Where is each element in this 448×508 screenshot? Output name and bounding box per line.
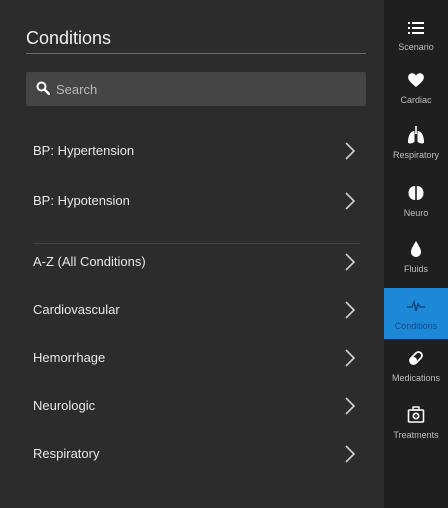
search-icon	[36, 81, 50, 95]
page-title: Conditions	[26, 28, 112, 48]
category-item-hemorrhage[interactable]: Hemorrhage	[0, 338, 384, 378]
brain-icon	[408, 186, 424, 200]
chevron-right-icon	[345, 397, 356, 415]
category-item-label: Respiratory	[33, 446, 100, 461]
chevron-right-icon	[345, 142, 356, 160]
sidebar-item-label: Conditions	[394, 321, 438, 331]
sidebar-item-label: Neuro	[403, 208, 429, 218]
sidebar-item-medications[interactable]: Medications	[384, 340, 448, 391]
chevron-right-icon	[345, 301, 356, 319]
title-divider	[26, 53, 366, 54]
category-item-a-z[interactable]: A-Z (All Conditions)	[0, 242, 384, 282]
sidebar-nav: Scenario Cardiac Respiratory Neuro Fluid…	[384, 0, 448, 508]
sidebar-item-label: Fluids	[403, 264, 428, 274]
conditions-panel: Conditions Search BP: Hypertension BP: H…	[0, 0, 384, 508]
sidebar-item-cardiac[interactable]: Cardiac	[384, 62, 448, 113]
category-item-label: Neurologic	[33, 398, 96, 413]
condition-item-label: BP: Hypertension	[33, 143, 135, 158]
sidebar-item-label: Medications	[391, 373, 441, 383]
heart-icon	[408, 73, 424, 87]
sidebar-item-fluids[interactable]: Fluids	[384, 231, 448, 282]
sidebar-item-treatments[interactable]: Treatments	[384, 397, 448, 448]
list-icon	[408, 22, 424, 34]
sidebar-item-label: Cardiac	[400, 95, 432, 105]
medkit-icon	[407, 406, 425, 423]
sidebar-item-label: Treatments	[393, 430, 439, 440]
sidebar-item-conditions[interactable]: Conditions	[384, 288, 448, 339]
sidebar-item-respiratory[interactable]: Respiratory	[384, 117, 448, 168]
search-input[interactable]: Search	[26, 72, 366, 106]
category-item-neurologic[interactable]: Neurologic	[0, 386, 384, 426]
sidebar-item-neuro[interactable]: Neuro	[384, 175, 448, 226]
drop-icon	[411, 241, 421, 257]
condition-item-label: BP: Hypotension	[33, 193, 130, 208]
lungs-icon	[408, 126, 424, 144]
sidebar-item-scenario[interactable]: Scenario	[384, 10, 448, 61]
category-item-cardiovascular[interactable]: Cardiovascular	[0, 290, 384, 330]
category-item-label: Hemorrhage	[33, 350, 106, 365]
condition-item-hypertension[interactable]: BP: Hypertension	[0, 131, 384, 171]
pulse-icon	[407, 299, 425, 312]
chevron-right-icon	[345, 253, 356, 271]
chevron-right-icon	[345, 445, 356, 463]
pill-icon	[409, 351, 423, 365]
category-item-label: Cardiovascular	[33, 302, 120, 317]
chevron-right-icon	[345, 349, 356, 367]
search-placeholder: Search	[56, 82, 98, 97]
category-item-respiratory[interactable]: Respiratory	[0, 434, 384, 474]
sidebar-item-label: Respiratory	[392, 150, 439, 160]
category-item-label: A-Z (All Conditions)	[33, 254, 146, 269]
sidebar-item-label: Scenario	[398, 42, 434, 52]
chevron-right-icon	[345, 192, 356, 210]
condition-item-hypotension[interactable]: BP: Hypotension	[0, 181, 384, 221]
